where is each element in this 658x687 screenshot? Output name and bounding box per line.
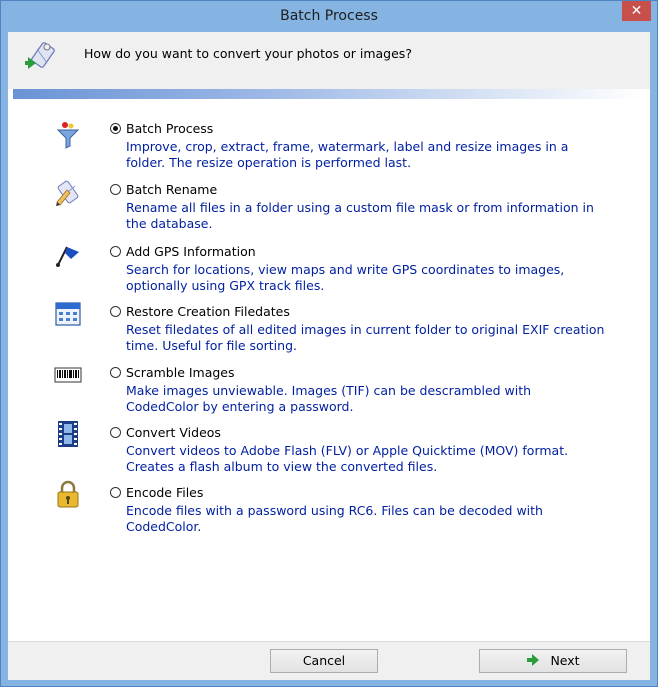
funnel-icon — [56, 122, 80, 149]
radio-convert-videos[interactable] — [110, 427, 121, 438]
film-icon — [58, 421, 78, 447]
option-label[interactable]: Batch Rename — [126, 182, 217, 197]
arrow-right-icon — [527, 654, 540, 666]
next-button-label: Next — [550, 653, 580, 668]
header-divider — [13, 89, 644, 99]
gps-flag-icon — [56, 246, 79, 267]
option-description: Encode files with a password using RC6. … — [126, 503, 543, 534]
wizard-question: How do you want to convert your photos o… — [84, 46, 412, 61]
close-button[interactable]: ✕ — [622, 1, 651, 21]
wizard-header: How do you want to convert your photos o… — [8, 32, 650, 89]
wizard-icon — [25, 42, 55, 69]
batch-process-window: Batch Process ✕ How do you want to conve… — [0, 0, 658, 687]
option-label[interactable]: Add GPS Information — [126, 244, 256, 259]
radio-restore-filedates[interactable] — [110, 306, 121, 317]
button-bar: Cancel Next — [8, 641, 650, 680]
option-label[interactable]: Restore Creation Filedates — [126, 304, 290, 319]
barcode-icon — [54, 367, 82, 383]
radio-scramble-images[interactable] — [110, 367, 121, 378]
cancel-button[interactable]: Cancel — [270, 649, 378, 673]
option-description: Search for locations, view maps and writ… — [126, 262, 565, 293]
radio-batch-rename[interactable] — [110, 184, 121, 195]
title-bar[interactable]: Batch Process ✕ — [1, 1, 657, 31]
option-description: Reset filedates of all edited images in … — [126, 322, 605, 353]
option-label[interactable]: Encode Files — [126, 485, 203, 500]
option-description: Convert videos to Adobe Flash (FLV) or A… — [126, 443, 569, 474]
rename-icon — [56, 180, 79, 206]
dialog-body: How do you want to convert your photos o… — [8, 32, 650, 680]
option-label[interactable]: Batch Process — [126, 121, 213, 136]
option-description: Make images unviewable. Images (TIF) can… — [126, 383, 532, 414]
radio-batch-process[interactable] — [110, 123, 121, 134]
close-icon: ✕ — [630, 3, 643, 19]
window-title: Batch Process — [280, 8, 378, 24]
next-button[interactable]: Next — [479, 649, 627, 673]
calendar-icon — [55, 302, 81, 326]
option-description: Rename all files in a folder using a cus… — [126, 200, 594, 231]
option-label[interactable]: Convert Videos — [126, 425, 221, 440]
radio-add-gps[interactable] — [110, 246, 121, 257]
option-description: Improve, crop, extract, frame, watermark… — [126, 139, 569, 170]
option-label[interactable]: Scramble Images — [126, 365, 235, 380]
padlock-icon — [57, 480, 79, 508]
radio-encode-files[interactable] — [110, 487, 121, 498]
